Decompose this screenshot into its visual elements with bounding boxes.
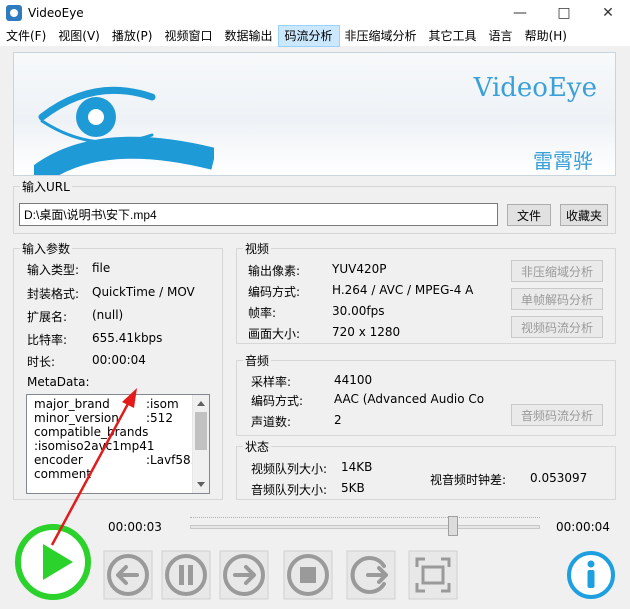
video-group-title: 视频	[243, 240, 272, 257]
title-bar: VideoEye — □ ✕	[0, 0, 630, 26]
url-group-title: 输入URL	[20, 178, 72, 195]
uncompressed-analysis-button[interactable]: 非压缩域分析	[511, 260, 603, 282]
total-time: 00:00:04	[556, 520, 610, 534]
step-back-icon	[103, 550, 153, 600]
status-group-title: 状态	[243, 438, 272, 455]
pause-button[interactable]	[160, 549, 212, 601]
frame-size-value: 720 x 1280	[332, 325, 401, 339]
audio-group-title: 音频	[243, 352, 272, 369]
duration-label: 时长:	[27, 355, 56, 369]
app-icon	[6, 5, 22, 21]
bitrate-label: 比特率:	[27, 333, 68, 347]
audio-queue-value: 5KB	[341, 481, 365, 495]
window-controls: — □ ✕	[498, 0, 630, 26]
seek-slider-thumb[interactable]	[447, 516, 458, 536]
menu-language[interactable]: 语言	[483, 26, 519, 46]
stop-button[interactable]	[282, 549, 334, 601]
menu-play[interactable]: 播放(P)	[106, 26, 159, 46]
menu-uncompressed-analysis[interactable]: 非压缩域分析	[339, 26, 423, 46]
eye-logo-icon	[34, 86, 214, 175]
info-button[interactable]	[565, 549, 617, 601]
menu-other-tools[interactable]: 其它工具	[423, 26, 483, 46]
audio-queue-label: 音频队列大小:	[251, 483, 328, 497]
metadata-content: major_brand:isom minor_version:512 compa…	[34, 397, 209, 481]
menu-bar: 文件(F) 视图(V) 播放(P) 视频窗口 数据输出 码流分析 非压缩域分析 …	[0, 25, 630, 47]
step-forward-icon	[219, 550, 269, 600]
single-frame-decode-button[interactable]: 单帧解码分析	[511, 288, 603, 310]
sample-rate-value: 44100	[334, 373, 373, 387]
format-label: 封装格式:	[27, 287, 80, 301]
menu-help[interactable]: 帮助(H)	[519, 26, 573, 46]
fps-label: 帧率:	[248, 306, 277, 320]
window-title: VideoEye	[28, 6, 84, 20]
metadata-scrollbar[interactable]	[192, 395, 209, 493]
menu-file[interactable]: 文件(F)	[0, 26, 52, 46]
pause-icon	[161, 550, 211, 600]
pixel-format-label: 输出像素:	[248, 264, 301, 278]
play-icon	[15, 524, 91, 600]
frame-size-label: 画面大小:	[248, 327, 301, 341]
banner: VideoEye 雷霄骅	[13, 52, 616, 176]
audio-stream-analysis-button[interactable]: 音频码流分析	[511, 404, 603, 426]
metadata-textbox[interactable]: major_brand:isom minor_version:512 compa…	[26, 394, 210, 494]
menu-video-window[interactable]: 视频窗口	[158, 26, 218, 46]
current-time: 00:00:03	[108, 520, 162, 534]
pixel-format-value: YUV420P	[332, 262, 387, 276]
metadata-line: :isomiso2avc1mp41	[34, 439, 155, 453]
duration-value: 00:00:04	[92, 353, 146, 367]
play-button[interactable]	[13, 522, 93, 602]
video-stream-analysis-button[interactable]: 视频码流分析	[511, 316, 603, 338]
step-back-button[interactable]	[102, 549, 154, 601]
menu-stream-analysis[interactable]: 码流分析	[277, 25, 340, 47]
step-forward-button[interactable]	[218, 549, 270, 601]
input-type-value: file	[92, 261, 111, 275]
audio-codec-label: 编码方式:	[251, 394, 304, 408]
metadata-line: compatible_brands	[34, 425, 149, 439]
fps-value: 30.00fps	[332, 304, 385, 318]
scroll-down-icon[interactable]	[197, 482, 205, 487]
menu-view[interactable]: 视图(V)	[52, 26, 106, 46]
input-params-title: 输入参数	[20, 240, 73, 257]
file-button[interactable]: 文件	[507, 204, 551, 226]
video-codec-value: H.264 / AVC / MPEG-4 A	[332, 283, 474, 297]
audio-codec-value: AAC (Advanced Audio Co	[334, 392, 485, 406]
metadata-line: minor_version:512	[34, 411, 173, 425]
close-icon[interactable]: ✕	[586, 0, 630, 26]
channels-value: 2	[334, 413, 342, 427]
favorites-button[interactable]: 收藏夹	[560, 204, 608, 226]
scroll-up-icon[interactable]	[197, 401, 205, 406]
next-frame-button[interactable]	[345, 549, 397, 601]
channels-label: 声道数:	[251, 415, 292, 429]
info-icon	[567, 551, 615, 599]
fullscreen-icon	[408, 550, 458, 600]
metadata-line: encoder:Lavf58.12.100	[34, 453, 209, 467]
banner-author: 雷霄骅	[533, 149, 593, 173]
seek-slider[interactable]	[190, 525, 540, 529]
metadata-label: MetaData:	[27, 375, 90, 389]
input-type-label: 输入类型:	[27, 263, 80, 277]
banner-logo-text: VideoEye	[473, 73, 597, 103]
format-value: QuickTime / MOV	[92, 285, 195, 299]
url-input[interactable]	[19, 203, 498, 226]
scroll-thumb[interactable]	[195, 412, 207, 450]
fullscreen-button[interactable]	[407, 549, 459, 601]
minimize-icon[interactable]: —	[498, 0, 542, 26]
seek-slider-ticks	[190, 512, 540, 518]
menu-data-output[interactable]: 数据输出	[218, 26, 278, 46]
stop-icon	[283, 550, 333, 600]
video-queue-value: 14KB	[341, 460, 373, 474]
video-queue-label: 视频队列大小:	[251, 462, 328, 476]
sample-rate-label: 采样率:	[251, 375, 292, 389]
av-clock-diff-label: 视音频时钟差:	[430, 473, 507, 487]
metadata-line: major_brand:isom	[34, 397, 179, 411]
extension-label: 扩展名:	[27, 310, 68, 324]
bitrate-value: 655.41kbps	[92, 331, 163, 345]
maximize-icon[interactable]: □	[542, 0, 586, 26]
extension-value: (null)	[92, 308, 124, 322]
metadata-line: comment	[34, 467, 92, 481]
video-codec-label: 编码方式:	[248, 285, 301, 299]
next-frame-icon	[346, 550, 396, 600]
av-clock-diff-value: 0.053097	[530, 471, 588, 485]
